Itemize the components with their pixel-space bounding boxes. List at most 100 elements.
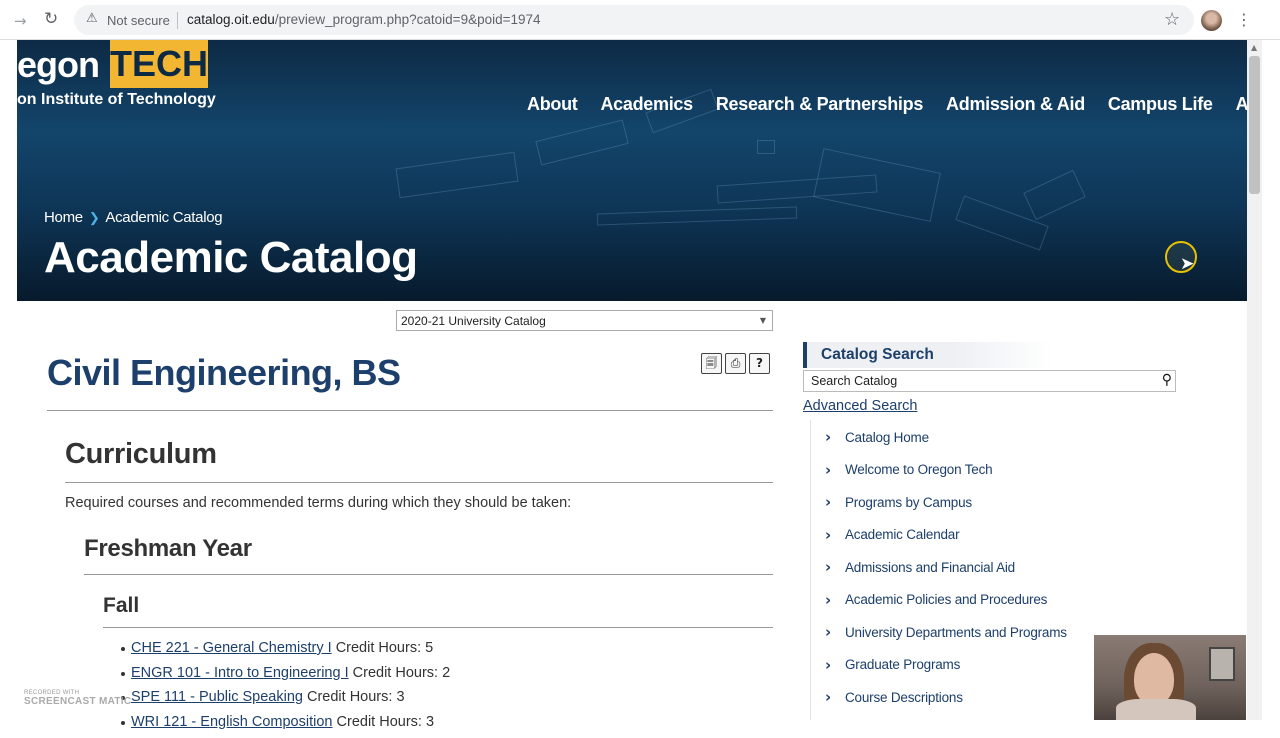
logo-tech-badge: TECH (110, 40, 208, 88)
divider (84, 574, 773, 575)
divider (103, 627, 773, 628)
mouse-cursor-icon: ➤ (1180, 254, 1194, 274)
portfolio-icon[interactable]: 🗐 (701, 353, 722, 374)
breadcrumb-home[interactable]: Home (44, 209, 83, 226)
sidebar-item-label: Course Descriptions (845, 690, 963, 705)
presenter-face (1134, 653, 1174, 705)
sidebar-item-departments[interactable]: › University Departments and Programs (825, 623, 1067, 641)
course-link[interactable]: CHE 221 - General Chemistry I (131, 640, 332, 656)
banner-decoration (1023, 170, 1086, 220)
advanced-search-link[interactable]: Advanced Search (803, 398, 917, 414)
sidebar-item-label: Programs by Campus (845, 495, 972, 510)
course-link[interactable]: WRI 121 - English Composition (131, 714, 332, 730)
chevron-right-icon: › (825, 558, 835, 576)
banner-decoration (395, 152, 518, 198)
hero-banner: egon TECH on Institute of Technology Abo… (17, 40, 1247, 301)
program-title: Civil Engineering, BS (47, 352, 401, 394)
breadcrumb-academic-catalog[interactable]: Academic Catalog (105, 209, 222, 226)
sidebar-item-label: Academic Calendar (845, 527, 959, 542)
chevron-right-icon: › (825, 688, 835, 706)
logo-wordmark: egon (17, 44, 99, 86)
chevron-right-icon: › (825, 461, 835, 479)
reload-icon[interactable]: ↻ (44, 9, 58, 29)
url-text[interactable]: catalog.oit.edu/preview_program.php?cato… (187, 12, 541, 27)
security-label[interactable]: Not secure (107, 13, 170, 28)
scroll-up-icon[interactable]: ▲ (1251, 43, 1257, 52)
list-item: SPE 111 - Public Speaking Credit Hours: … (131, 689, 450, 714)
chevron-right-icon: › (825, 656, 835, 674)
oregon-tech-logo[interactable]: egon TECH on Institute of Technology (17, 40, 217, 112)
dropdown-arrow-icon: ▼ (760, 316, 766, 325)
wall-picture (1209, 647, 1235, 681)
sidebar-item-course-descriptions[interactable]: › Course Descriptions (825, 688, 963, 706)
print-icon[interactable]: ⎙ (725, 353, 746, 374)
chevron-right-icon: › (825, 526, 835, 544)
menu-kebab-icon[interactable]: ⋮ (1236, 10, 1252, 29)
url-path: /preview_program.php?catoid=9&poid=1974 (275, 12, 541, 27)
chevron-right-icon: ❯ (89, 210, 100, 226)
breadcrumb: Home ❯ Academic Catalog (44, 209, 222, 226)
course-link[interactable]: ENGR 101 - Intro to Engineering I (131, 665, 349, 681)
list-item: ENGR 101 - Intro to Engineering I Credit… (131, 665, 450, 690)
curriculum-intro: Required courses and recommended terms d… (65, 495, 571, 511)
search-icon[interactable]: ⚲ (1162, 372, 1172, 388)
nav-research-partnerships[interactable]: Research & Partnerships (716, 94, 923, 115)
sidebar-item-academic-calendar[interactable]: › Academic Calendar (825, 526, 959, 544)
chevron-right-icon: › (825, 493, 835, 511)
sidebar-item-label: Admissions and Financial Aid (845, 560, 1015, 575)
credit-hours: Credit Hours: 2 (353, 665, 451, 681)
watermark-brand-text: SCREENCAST MATIC (24, 696, 131, 707)
chevron-right-icon: › (825, 591, 835, 609)
course-link[interactable]: SPE 111 - Public Speaking (131, 689, 303, 705)
logo-subtitle: on Institute of Technology (17, 91, 216, 109)
divider (47, 410, 773, 411)
nav-campus-life[interactable]: Campus Life (1108, 94, 1213, 115)
sidebar-item-label: Graduate Programs (845, 657, 960, 672)
sidebar-item-label: Welcome to Oregon Tech (845, 462, 992, 477)
page-scrollbar[interactable]: ▲ (1247, 40, 1262, 720)
catalog-side-navigation: › Catalog Home › Welcome to Oregon Tech … (810, 420, 1110, 720)
catalog-search-box[interactable]: ⚲ (803, 370, 1176, 392)
credit-hours: Credit Hours: 3 (307, 689, 405, 705)
curriculum-heading: Curriculum (65, 438, 217, 471)
bookmark-star-icon[interactable]: ☆ (1164, 9, 1180, 30)
scrollbar-thumb[interactable] (1249, 56, 1260, 194)
nav-athletics[interactable]: Athletics (1236, 94, 1247, 115)
sidebar-item-graduate-programs[interactable]: › Graduate Programs (825, 656, 960, 674)
sidebar-item-admissions[interactable]: › Admissions and Financial Aid (825, 558, 1015, 576)
screencast-watermark: RECORDED WITH SCREENCAST MATIC (24, 690, 131, 707)
course-list: CHE 221 - General Chemistry I Credit Hou… (131, 640, 450, 738)
webcam-overlay (1094, 635, 1246, 720)
credit-hours: Credit Hours: 3 (337, 714, 435, 730)
help-icon[interactable]: ? (749, 353, 770, 374)
sidebar-item-catalog-home[interactable]: › Catalog Home (825, 428, 929, 446)
nav-admission-aid[interactable]: Admission & Aid (946, 94, 1085, 115)
freshman-year-heading: Freshman Year (84, 535, 252, 563)
address-bar[interactable]: ⚠ Not secure catalog.oit.edu/preview_pro… (74, 5, 1194, 35)
chevron-right-icon: › (825, 623, 835, 641)
nav-about[interactable]: About (527, 94, 577, 115)
banner-decoration (535, 119, 628, 165)
sidebar-item-policies[interactable]: › Academic Policies and Procedures (825, 591, 1047, 609)
browser-toolbar: → ↻ ⚠ Not secure catalog.oit.edu/preview… (0, 0, 1280, 40)
address-separator (177, 12, 178, 29)
list-item: WRI 121 - English Composition Credit Hou… (131, 714, 450, 738)
sidebar-item-label: Catalog Home (845, 430, 929, 445)
main-navigation: About Academics Research & Partnerships … (527, 94, 1247, 115)
banner-decoration (757, 140, 775, 154)
sidebar-item-welcome[interactable]: › Welcome to Oregon Tech (825, 461, 992, 479)
sidebar-item-label: Academic Policies and Procedures (845, 592, 1047, 607)
nav-academics[interactable]: Academics (600, 94, 692, 115)
url-host: catalog.oit.edu (187, 12, 275, 27)
search-input[interactable] (805, 372, 1150, 390)
page-title: Academic Catalog (44, 233, 417, 283)
sidebar-item-label: University Departments and Programs (845, 625, 1067, 640)
credit-hours: Credit Hours: 5 (336, 640, 434, 656)
forward-arrow-icon[interactable]: → (14, 12, 27, 30)
catalog-select[interactable]: 2020-21 University Catalog ▼ (396, 310, 773, 331)
profile-avatar[interactable] (1201, 10, 1222, 31)
catalog-search-heading: Catalog Search (803, 342, 1053, 368)
warning-icon[interactable]: ⚠ (86, 11, 98, 26)
sidebar-item-programs-by-campus[interactable]: › Programs by Campus (825, 493, 972, 511)
catalog-search-title: Catalog Search (821, 346, 934, 364)
